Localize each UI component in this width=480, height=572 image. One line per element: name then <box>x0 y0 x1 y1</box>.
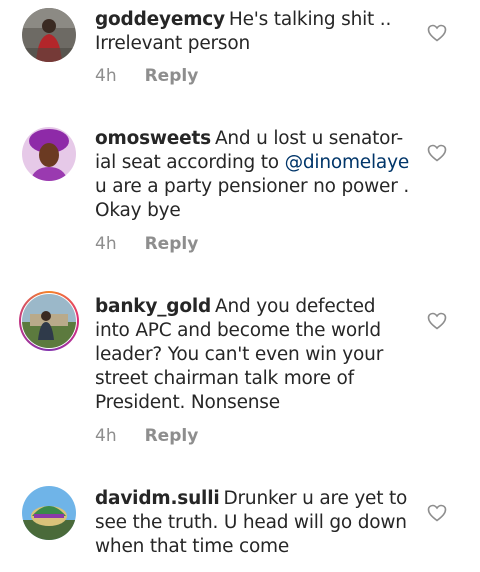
avatar-image <box>22 127 76 181</box>
like-heart-icon[interactable] <box>427 144 447 162</box>
comment-text: banky_gold And you defected into APC and … <box>95 295 425 415</box>
avatar[interactable] <box>22 486 76 540</box>
reply-button[interactable]: Reply <box>145 426 199 446</box>
avatar[interactable] <box>22 294 76 348</box>
comment-text: davidm.sulli Drunker u are yet to see the… <box>95 487 425 559</box>
reply-button[interactable]: Reply <box>145 66 199 86</box>
avatar[interactable] <box>22 127 76 181</box>
comment-meta: 4h Reply <box>95 426 198 446</box>
comment-time: 4h <box>95 66 117 86</box>
avatar[interactable] <box>22 8 76 62</box>
like-heart-icon[interactable] <box>427 312 447 330</box>
comment-username[interactable]: davidm.sulli <box>95 488 220 509</box>
comment-time: 4h <box>95 234 117 254</box>
comment-text: omosweets And u lost u senator- ial seat … <box>95 127 425 223</box>
comment-username[interactable]: goddeyemcy <box>95 9 225 30</box>
comment-meta: 4h Reply <box>95 66 198 86</box>
comment-username[interactable]: banky_gold <box>95 296 211 317</box>
comment-body-continued: u are a party pensioner no power . Okay … <box>95 176 409 221</box>
like-heart-icon[interactable] <box>427 504 447 522</box>
comment-username[interactable]: omosweets <box>95 128 211 149</box>
comment-text: goddeyemcy He's talking shit .. Irrelevan… <box>95 8 425 56</box>
avatar-image <box>22 486 76 540</box>
avatar-image <box>22 8 76 62</box>
avatar-image <box>22 294 76 348</box>
comment-time: 4h <box>95 426 117 446</box>
comment-meta: 4h Reply <box>95 234 198 254</box>
like-heart-icon[interactable] <box>427 24 447 42</box>
mention-link[interactable]: @dinomelaye <box>285 152 410 173</box>
reply-button[interactable]: Reply <box>145 234 199 254</box>
